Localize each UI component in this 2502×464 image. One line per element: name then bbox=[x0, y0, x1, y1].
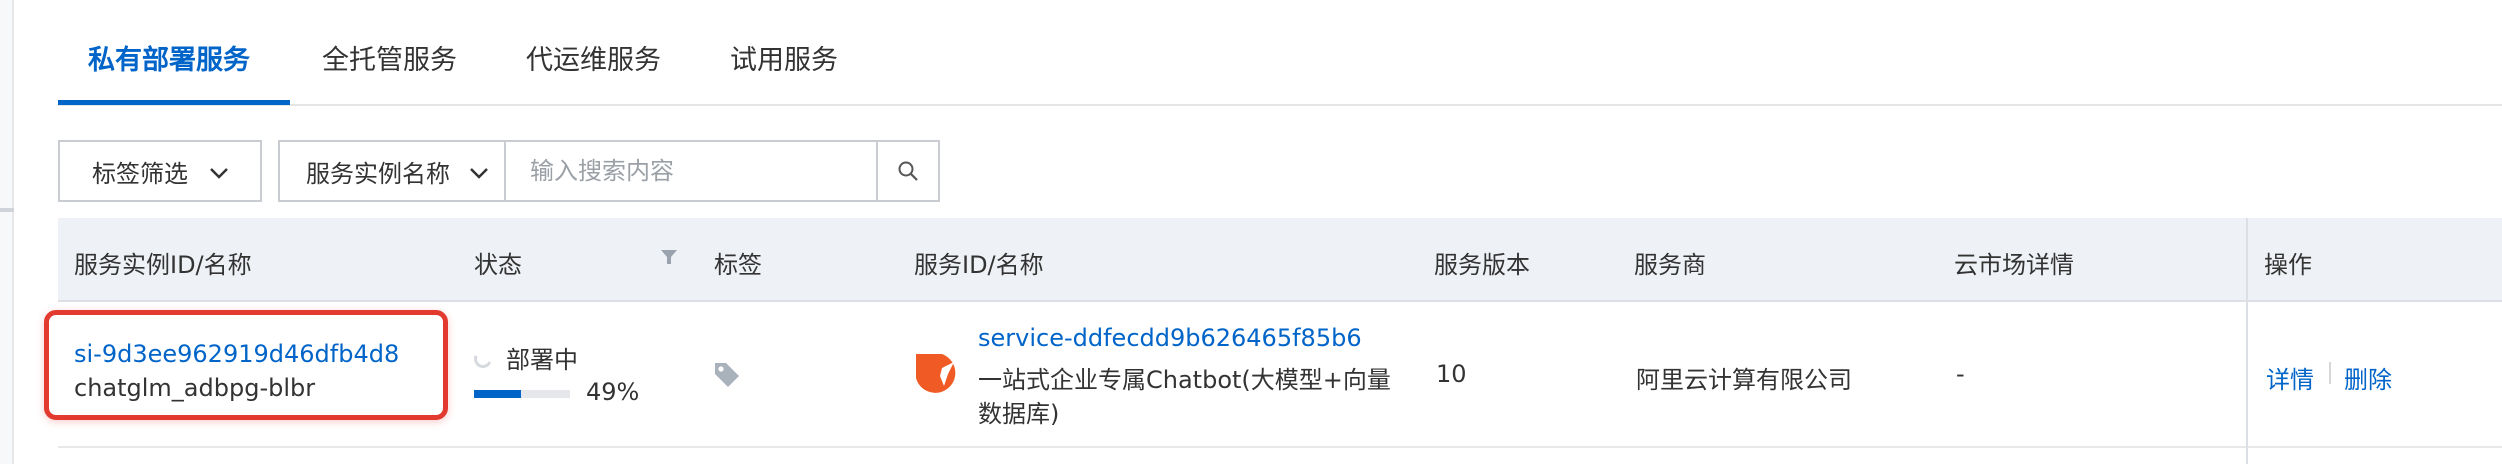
tabs-divider bbox=[58, 104, 2502, 106]
service-version: 10 bbox=[1436, 360, 1467, 388]
service-id-link[interactable]: service-ddfecdd9b626465f85b6 bbox=[978, 324, 1362, 352]
highlight-box bbox=[44, 310, 448, 420]
chevron-down-icon bbox=[210, 168, 228, 179]
column-market-detail: 云市场详情 bbox=[1954, 251, 2074, 279]
search-field-select[interactable]: 服务实例名称 bbox=[280, 142, 506, 200]
active-tab-indicator bbox=[58, 100, 290, 105]
tab-trial[interactable]: 试用服务 bbox=[730, 38, 838, 77]
column-actions: 操作 bbox=[2264, 251, 2312, 279]
tab-fully-managed[interactable]: 全托管服务 bbox=[322, 38, 457, 77]
service-instances-page: 私有部署服务 全托管服务 代运维服务 试用服务 标签筛选 服务实例名称 服务实例… bbox=[0, 0, 2502, 464]
service-name-line2: 数据库) bbox=[978, 400, 1060, 428]
service-logo-icon bbox=[916, 354, 956, 393]
tab-private-deployment[interactable]: 私有部署服务 bbox=[88, 38, 250, 77]
status-text: 部署中 bbox=[506, 346, 578, 374]
market-detail: - bbox=[1956, 360, 1965, 388]
service-vendor: 阿里云计算有限公司 bbox=[1636, 366, 1852, 394]
table-header: 服务实例ID/名称 状态 标签 服务ID/名称 服务版本 服务商 云市场详情 操… bbox=[58, 218, 2502, 302]
column-vendor: 服务商 bbox=[1634, 251, 1706, 279]
search-group: 服务实例名称 bbox=[278, 140, 940, 202]
search-icon bbox=[898, 161, 918, 181]
tag-filter-label: 标签筛选 bbox=[92, 159, 188, 188]
search-input[interactable] bbox=[506, 142, 876, 200]
action-divider bbox=[2329, 362, 2331, 384]
column-service: 服务ID/名称 bbox=[914, 251, 1044, 279]
progress-bar-fill bbox=[474, 390, 522, 398]
column-instance: 服务实例ID/名称 bbox=[74, 251, 252, 279]
progress-bar bbox=[474, 390, 570, 398]
left-panel-edge bbox=[0, 0, 14, 464]
column-version: 服务版本 bbox=[1434, 251, 1530, 279]
fixed-column-edge bbox=[2246, 218, 2248, 464]
detail-link[interactable]: 详情 bbox=[2266, 360, 2314, 395]
filter-icon[interactable] bbox=[660, 248, 678, 266]
service-name-line1: 一站式企业专属Chatbot(大模型+向量 bbox=[978, 366, 1391, 394]
search-field-label: 服务实例名称 bbox=[306, 159, 450, 188]
progress-percent: 49% bbox=[586, 378, 640, 406]
panel-edge-marker bbox=[0, 208, 14, 212]
tab-managed-ops[interactable]: 代运维服务 bbox=[526, 38, 661, 77]
search-button[interactable] bbox=[876, 142, 938, 200]
column-status: 状态 bbox=[474, 251, 522, 279]
column-tags: 标签 bbox=[714, 251, 762, 279]
tag-icon[interactable] bbox=[712, 360, 742, 390]
tag-filter-button[interactable]: 标签筛选 bbox=[58, 140, 262, 202]
chevron-down-icon bbox=[470, 168, 488, 179]
delete-link[interactable]: 删除 bbox=[2344, 360, 2392, 395]
